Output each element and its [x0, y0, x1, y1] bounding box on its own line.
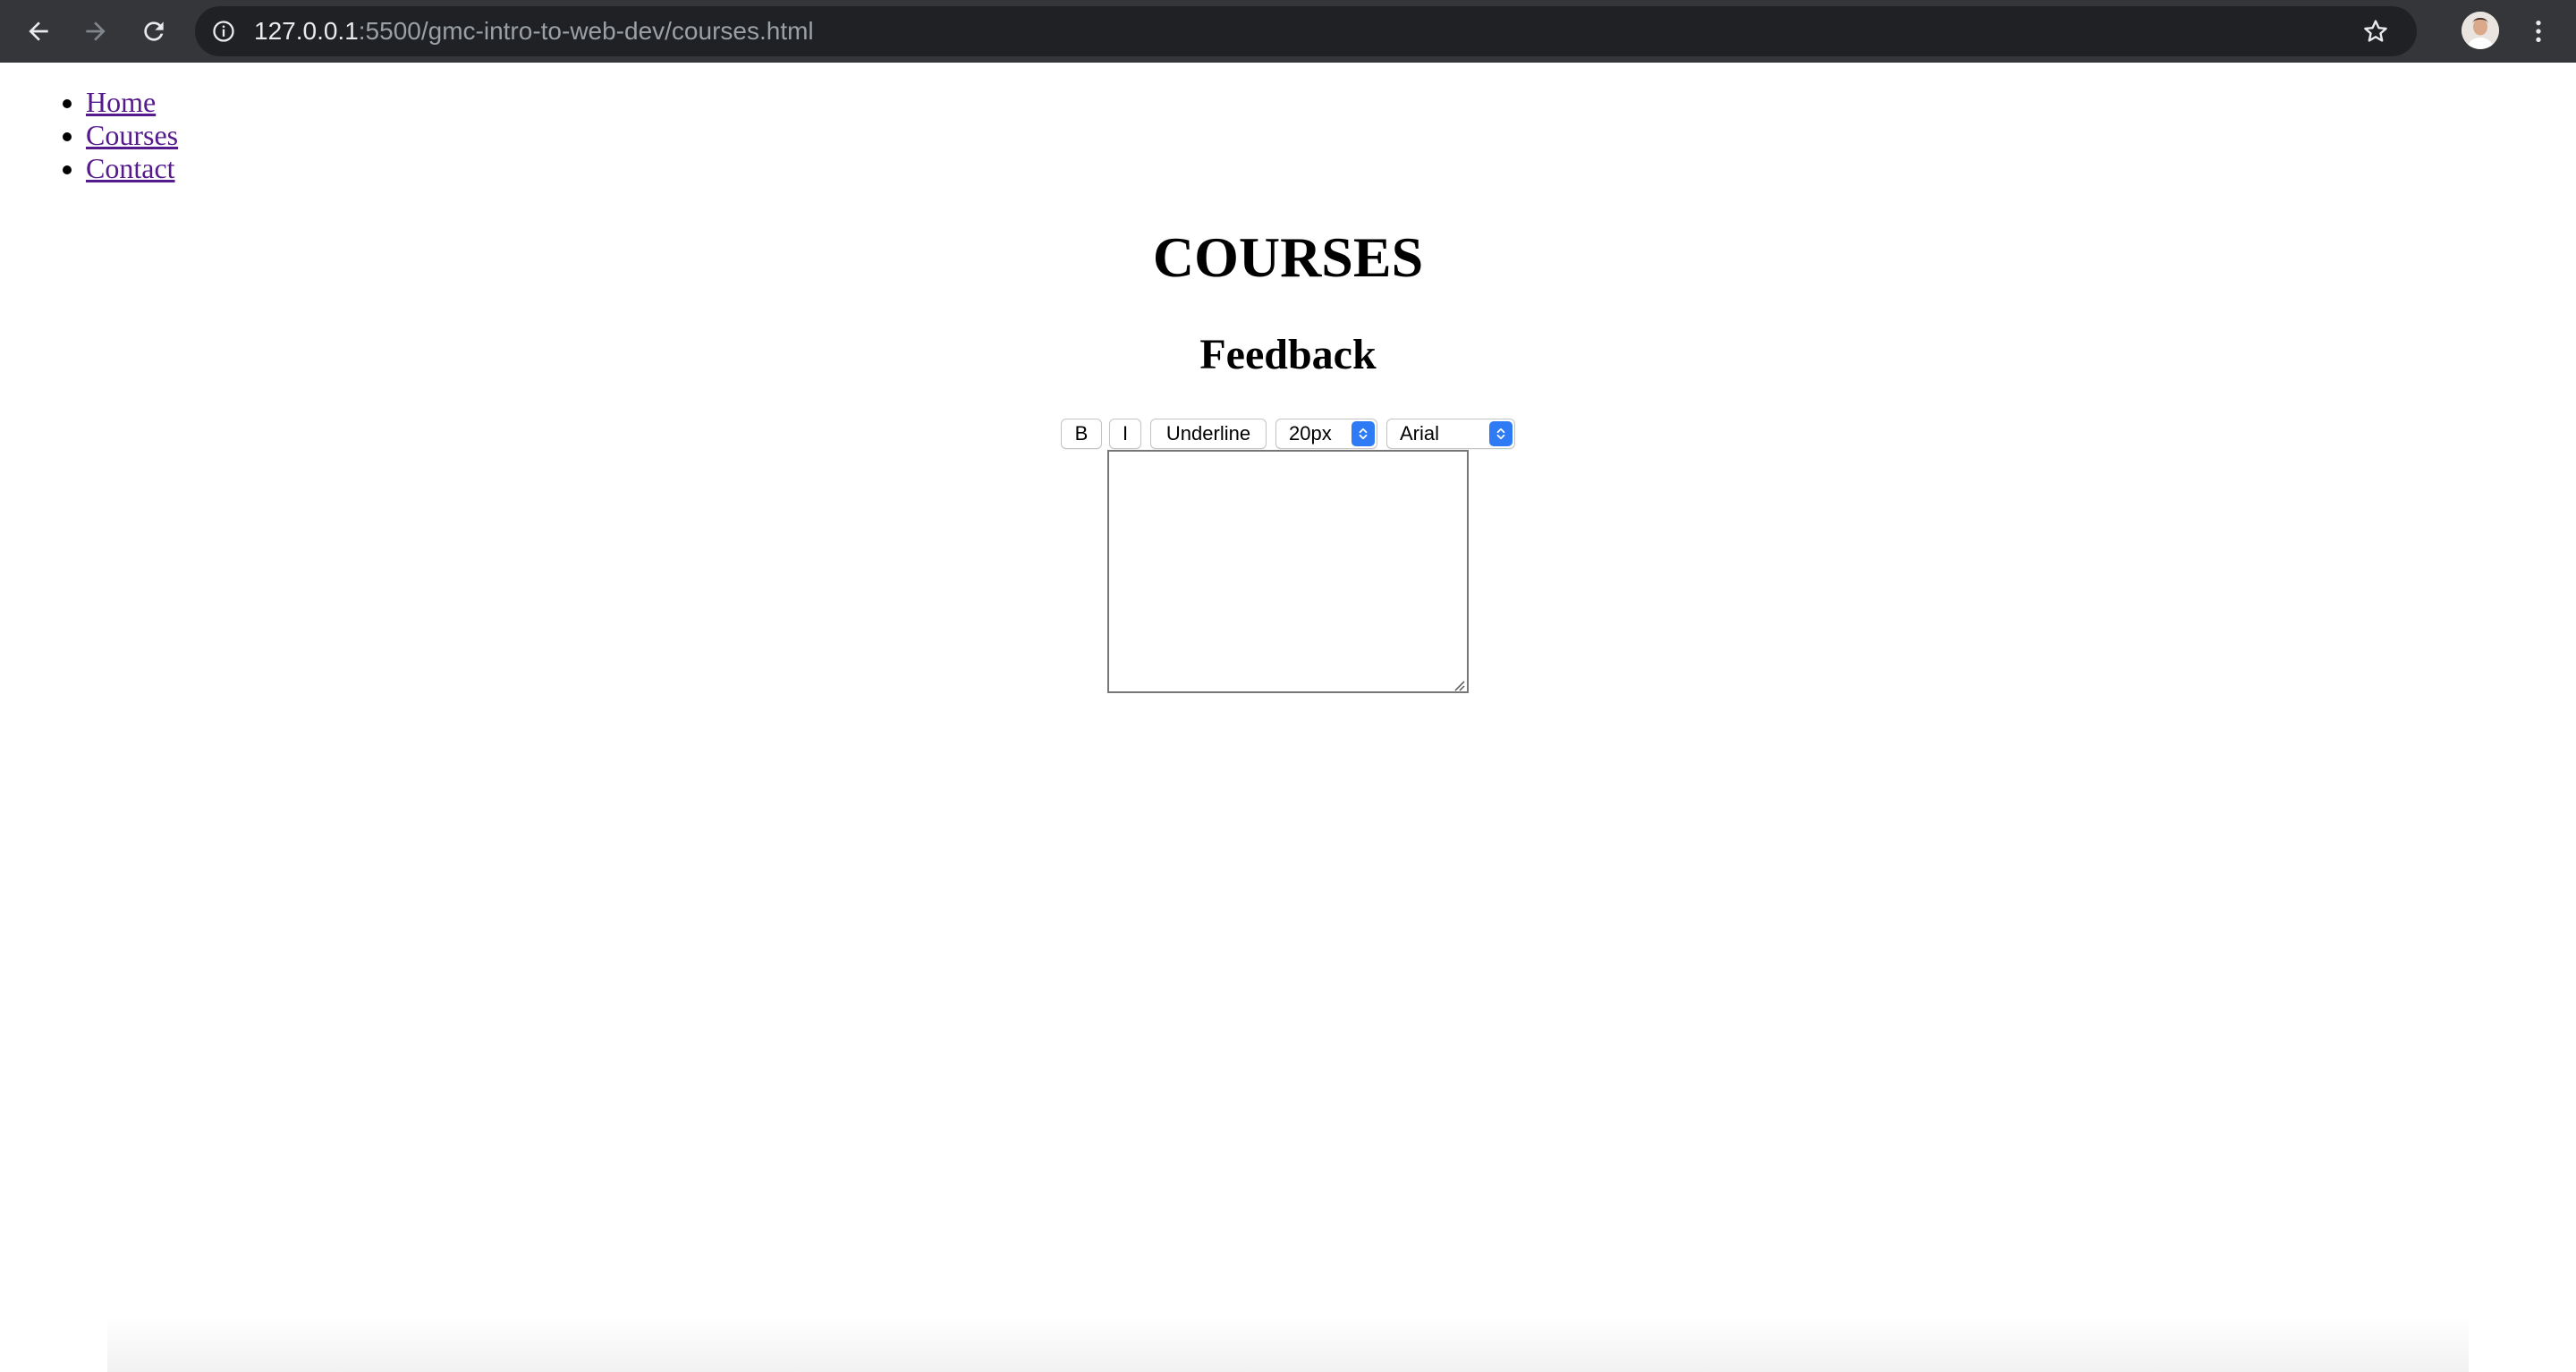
- nav-link-courses[interactable]: Courses: [86, 119, 178, 151]
- chevron-up-down-icon: [1496, 428, 1505, 440]
- forward-arrow-icon: [86, 21, 106, 41]
- forward-button[interactable]: [76, 12, 115, 51]
- font-family-select[interactable]: Arial: [1386, 419, 1515, 449]
- nav-link-home[interactable]: Home: [86, 86, 156, 118]
- profile-avatar-icon: [2462, 12, 2499, 49]
- bookmark-star-icon[interactable]: [2361, 17, 2390, 46]
- font-size-select-arrows: [1352, 421, 1375, 446]
- underline-button[interactable]: Underline: [1150, 419, 1267, 449]
- italic-button[interactable]: I: [1109, 419, 1141, 449]
- browser-toolbar: 127.0.0.1:5500/gmc-intro-to-web-dev/cour…: [0, 0, 2576, 63]
- back-arrow-icon: [29, 21, 48, 41]
- window-bottom-shadow: [107, 1315, 2469, 1372]
- editor-toolbar: B I Underline 20px Arial: [0, 419, 2576, 449]
- font-family-value: Arial: [1400, 422, 1440, 445]
- profile-avatar[interactable]: [2462, 12, 2499, 49]
- reload-icon: [144, 21, 164, 41]
- nav-link-contact[interactable]: Contact: [86, 152, 175, 184]
- nav-item-contact: Contact: [86, 152, 178, 185]
- address-bar[interactable]: 127.0.0.1:5500/gmc-intro-to-web-dev/cour…: [195, 6, 2417, 56]
- url-text: 127.0.0.1:5500/gmc-intro-to-web-dev/cour…: [254, 6, 814, 56]
- back-button[interactable]: [19, 12, 58, 51]
- site-nav: Home Courses Contact: [47, 86, 178, 185]
- page-title: COURSES: [1152, 225, 1424, 289]
- nav-item-home: Home: [86, 86, 178, 119]
- browser-menu-button[interactable]: [2521, 13, 2556, 49]
- nav-item-courses: Courses: [86, 119, 178, 152]
- feedback-textarea[interactable]: [1107, 450, 1469, 693]
- chevron-up-down-icon: [1359, 428, 1368, 440]
- kebab-menu-icon: [2536, 21, 2541, 42]
- url-host: 127.0.0.1: [254, 17, 359, 45]
- font-family-select-arrows: [1489, 421, 1513, 446]
- feedback-heading: Feedback: [1199, 331, 1377, 378]
- font-size-value: 20px: [1289, 422, 1332, 445]
- info-icon[interactable]: [211, 19, 236, 44]
- font-size-select[interactable]: 20px: [1275, 419, 1377, 449]
- resize-grip-icon[interactable]: [1451, 677, 1465, 691]
- bold-button[interactable]: B: [1061, 419, 1102, 449]
- url-path: :5500/gmc-intro-to-web-dev/courses.html: [358, 17, 814, 45]
- reload-button[interactable]: [134, 12, 174, 51]
